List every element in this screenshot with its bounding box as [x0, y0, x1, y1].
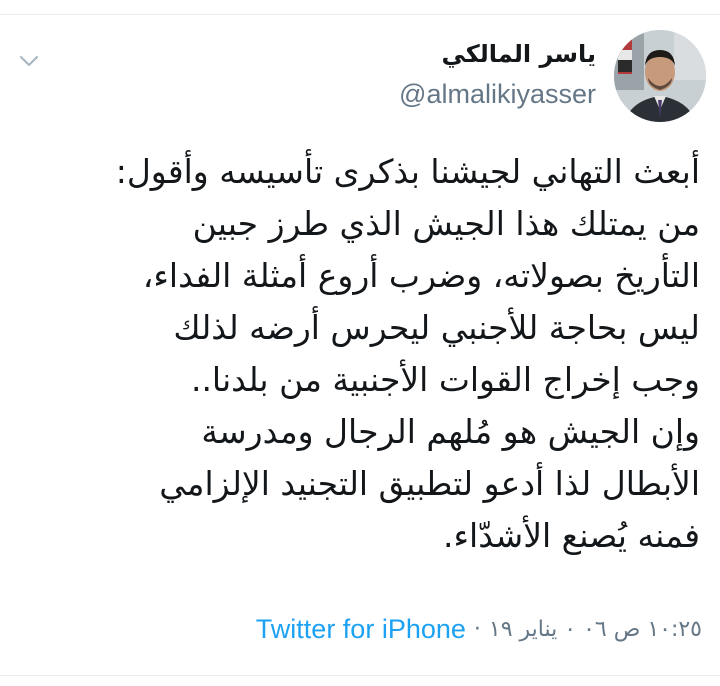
tweet-card: ياسر المالكي @almalikiyasser أبعث التهان…: [0, 0, 720, 686]
author-display-name[interactable]: ياسر المالكي: [442, 36, 597, 72]
tweet-source-link[interactable]: Twitter for iPhone: [256, 614, 466, 645]
tweet-line: أبعث التهاني لجيشنا بذكرى تأسيسه وأقول:: [115, 152, 700, 191]
avatar-image: [614, 30, 706, 122]
tweet-text: أبعث التهاني لجيشنا بذكرى تأسيسه وأقول: …: [28, 146, 700, 562]
tweet-line: وإن الجيش هو مُلهم الرجال ومدرسة: [201, 412, 700, 451]
tweet-header: ياسر المالكي @almalikiyasser: [399, 30, 706, 122]
chevron-down-glyph: [19, 55, 39, 67]
tweet-line: من يمتلك هذا الجيش الذي طرز جبين: [192, 204, 700, 243]
tweet-line: وجب إخراج القوات الأجنبية من بلدنا..: [190, 360, 700, 399]
tweet-timestamp[interactable]: ١٠:٢٥ ص ٠٦ ٠ يناير ١٩: [489, 617, 702, 642]
tweet-meta: ١٠:٢٥ ص ٠٦ ٠ يناير ١٩ · Twitter for iPho…: [256, 614, 702, 645]
tweet-line: الأبطال لذا أدعو لتطبيق التجنيد الإلزامي: [159, 464, 700, 503]
avatar[interactable]: [614, 30, 706, 122]
top-divider: [0, 0, 720, 15]
tweet-line: فمنه يُصنع الأشدّاء.: [443, 516, 700, 555]
chevron-down-icon[interactable]: [16, 48, 42, 74]
tweet-line: التأريخ بصولاته، وضرب أروع أمثلة الفداء،: [142, 256, 700, 295]
meta-separator: ·: [473, 617, 481, 642]
tweet-line: ليس بحاجة للأجنبي ليحرس أرضه لذلك: [173, 308, 700, 347]
author-names[interactable]: ياسر المالكي @almalikiyasser: [399, 30, 596, 114]
author-handle[interactable]: @almalikiyasser: [399, 74, 596, 114]
bottom-divider: [0, 675, 720, 686]
